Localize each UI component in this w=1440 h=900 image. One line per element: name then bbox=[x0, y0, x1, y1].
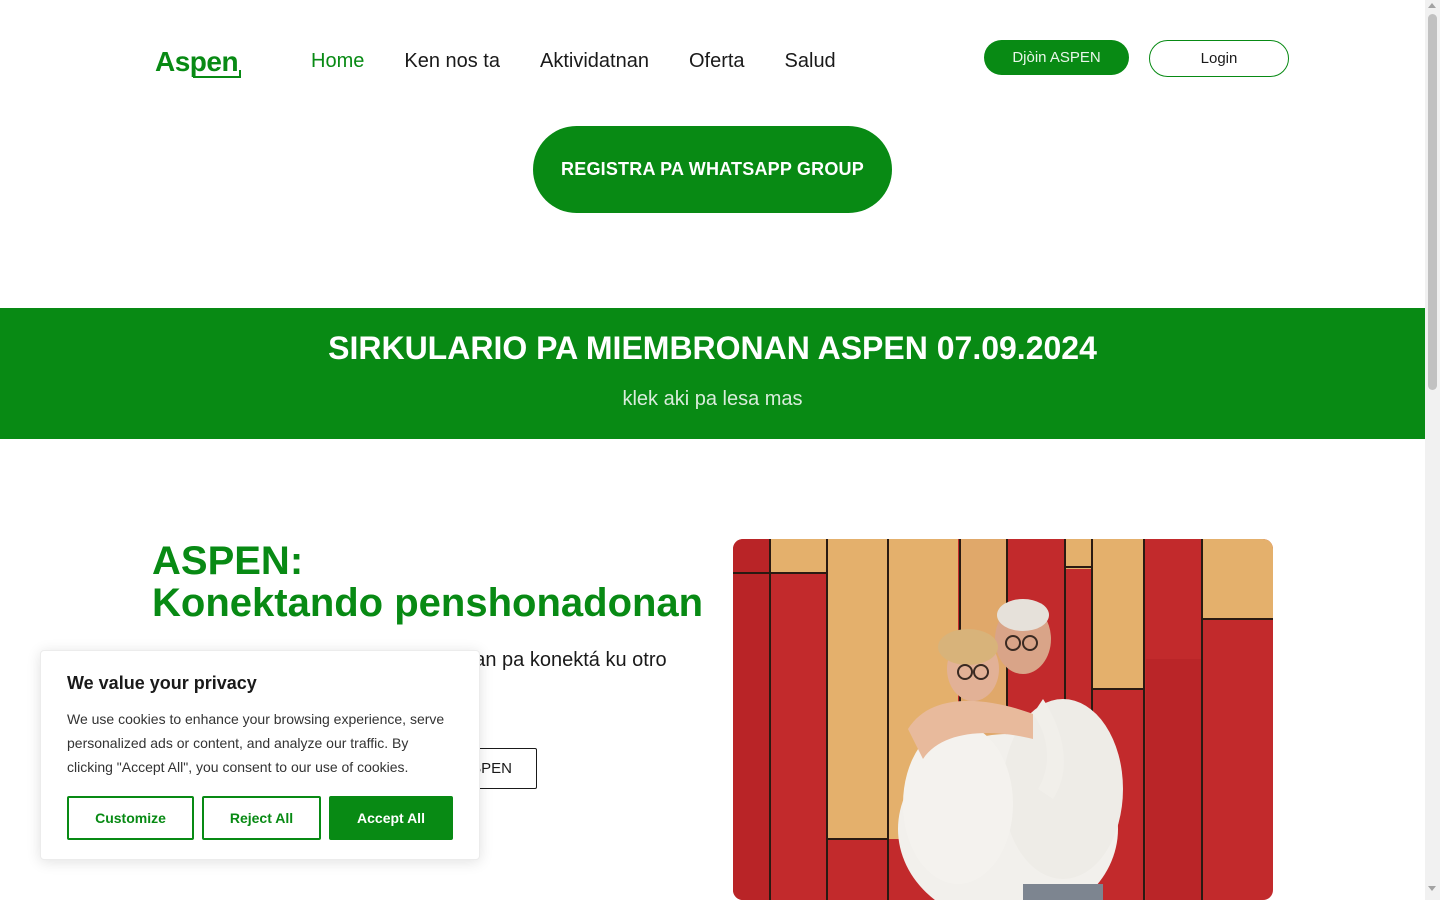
cookie-text: We use cookies to enhance your browsing … bbox=[67, 711, 445, 775]
announcement-banner: SIRKULARIO PA MIEMBRONAN ASPEN 07.09.202… bbox=[0, 308, 1425, 439]
cookie-consent-dialog: We value your privacy We use cookies to … bbox=[40, 650, 480, 860]
nav-salud[interactable]: Salud bbox=[785, 50, 836, 73]
cookie-reject-button[interactable]: Reject All bbox=[202, 796, 321, 840]
scroll-up-arrow-icon[interactable] bbox=[1428, 3, 1436, 8]
login-button[interactable]: Login bbox=[1149, 40, 1289, 77]
nav-ken-nos-ta[interactable]: Ken nos ta bbox=[404, 50, 500, 73]
hero-photo-illustration bbox=[733, 539, 1273, 900]
hero-title-line1: ASPEN: bbox=[152, 539, 304, 583]
main-nav: Home Ken nos ta Aktividatnan Oferta Salu… bbox=[311, 50, 836, 73]
banner-title: SIRKULARIO PA MIEMBRONAN ASPEN 07.09.202… bbox=[328, 330, 1097, 366]
hero-title: ASPEN: Konektando penshonadonan bbox=[152, 540, 703, 624]
hero-title-line2: Konektando penshonadonan bbox=[152, 581, 704, 625]
logo-underline bbox=[193, 70, 241, 78]
banner-read-more-link[interactable]: klek aki pa lesa mas bbox=[0, 388, 1425, 411]
page-scrollbar[interactable] bbox=[1425, 0, 1440, 900]
logo[interactable]: Aspen bbox=[155, 44, 245, 84]
nav-home[interactable]: Home bbox=[311, 50, 364, 73]
scrollbar-thumb[interactable] bbox=[1428, 14, 1437, 390]
scroll-down-arrow-icon[interactable] bbox=[1428, 886, 1436, 891]
hero-photo-hugging-couple bbox=[733, 539, 1273, 900]
join-aspen-button[interactable]: Djòin ASPEN bbox=[984, 40, 1129, 75]
whatsapp-register-button[interactable]: REGISTRA PA WHATSAPP GROUP bbox=[533, 126, 892, 213]
cookie-customize-button[interactable]: Customize bbox=[67, 796, 194, 840]
nav-oferta[interactable]: Oferta bbox=[689, 50, 745, 73]
cookie-title: We value your privacy bbox=[67, 673, 257, 693]
cookie-accept-button[interactable]: Accept All bbox=[329, 796, 453, 840]
nav-aktividatnan[interactable]: Aktividatnan bbox=[540, 50, 649, 73]
